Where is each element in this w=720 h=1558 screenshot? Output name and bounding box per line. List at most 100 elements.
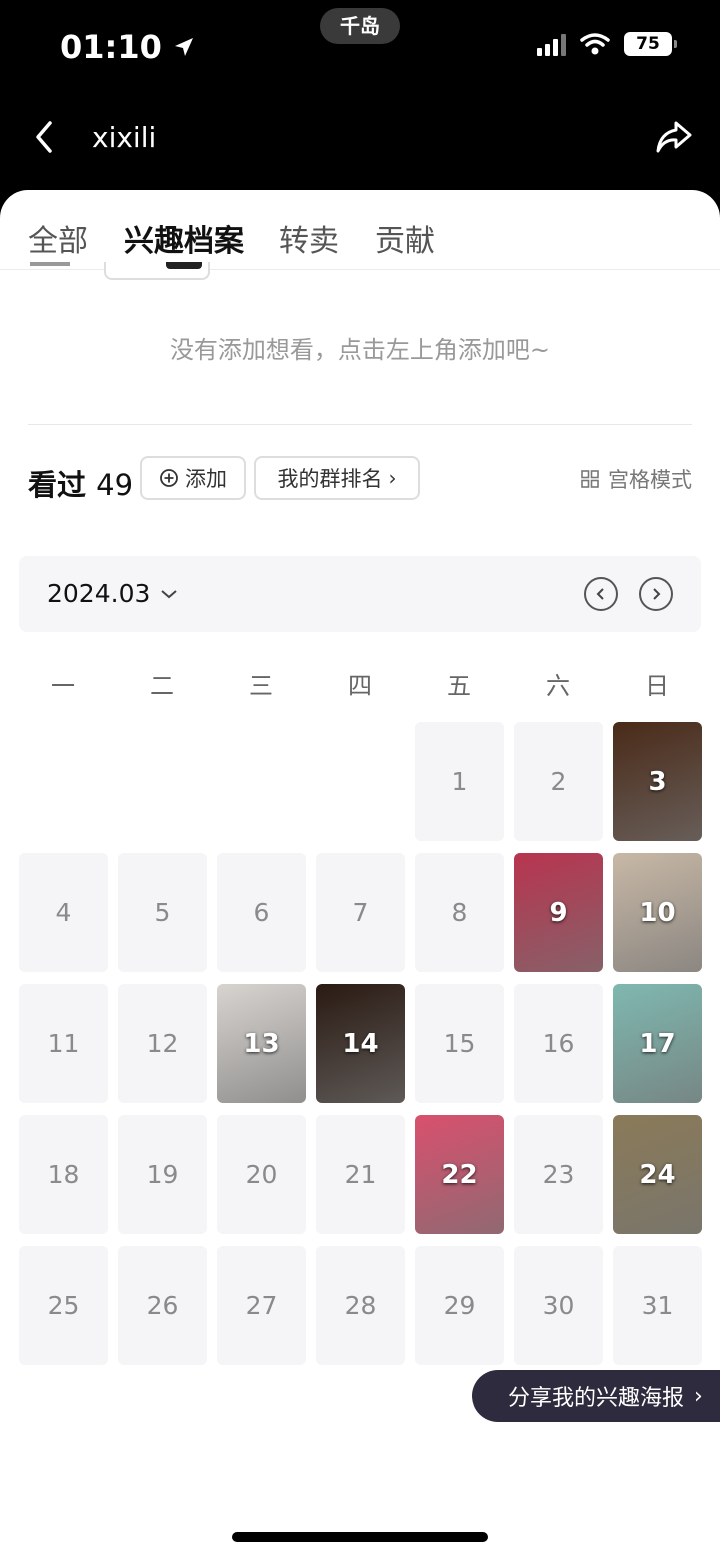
calendar-day-with-poster[interactable]: 9 xyxy=(514,853,603,972)
weekday-label: 二 xyxy=(150,672,174,700)
dynamic-island: 千岛 xyxy=(320,8,400,44)
day-number: 2 xyxy=(550,767,567,796)
share-icon[interactable] xyxy=(654,117,694,157)
weekday-label: 四 xyxy=(348,672,372,700)
tab-interest-profile[interactable]: 兴趣档案 xyxy=(124,216,244,260)
calendar-day-with-poster[interactable]: 24 xyxy=(613,1115,702,1234)
calendar-day[interactable]: 4 xyxy=(19,853,108,972)
tab-contribution[interactable]: 贡献 xyxy=(375,216,435,260)
chevron-down-icon xyxy=(161,589,178,598)
grid-mode-label: 宫格模式 xyxy=(608,468,692,492)
month-dropdown[interactable]: 2024.03 xyxy=(47,579,178,608)
calendar-day-with-poster[interactable]: 22 xyxy=(415,1115,504,1234)
calendar-day[interactable]: 16 xyxy=(514,984,603,1103)
day-number: 16 xyxy=(542,1029,575,1058)
day-number: 12 xyxy=(146,1029,179,1058)
status-time: 01:10 xyxy=(60,28,196,66)
calendar-day[interactable]: 8 xyxy=(415,853,504,972)
calendar-day[interactable]: 26 xyxy=(118,1246,207,1365)
seen-label: 看过 xyxy=(28,468,87,502)
back-arrow-icon[interactable] xyxy=(30,117,60,157)
calendar-day[interactable]: 29 xyxy=(415,1246,504,1365)
grid-mode-toggle[interactable]: 宫格模式 xyxy=(580,464,692,494)
calendar-day-with-poster[interactable]: 14 xyxy=(316,984,405,1103)
day-number: 4 xyxy=(55,898,72,927)
divider xyxy=(28,424,692,425)
day-number: 25 xyxy=(47,1291,80,1320)
location-arrow-icon xyxy=(174,38,193,56)
day-number: 28 xyxy=(344,1291,377,1320)
day-number: 8 xyxy=(451,898,468,927)
day-number: 18 xyxy=(47,1160,80,1189)
chevron-left-icon xyxy=(596,588,604,600)
day-number: 15 xyxy=(443,1029,476,1058)
calendar-day[interactable]: 7 xyxy=(316,853,405,972)
day-number: 10 xyxy=(639,897,676,928)
calendar-day[interactable]: 18 xyxy=(19,1115,108,1234)
month-label: 2024.03 xyxy=(47,579,151,608)
plus-circle-icon xyxy=(160,469,178,487)
calendar-day[interactable]: 2 xyxy=(514,722,603,841)
calendar-day[interactable]: 31 xyxy=(613,1246,702,1365)
weekday-label: 六 xyxy=(546,672,570,700)
day-number: 24 xyxy=(639,1159,676,1190)
weekday-label: 一 xyxy=(51,672,75,700)
calendar-day-with-poster[interactable]: 17 xyxy=(613,984,702,1103)
battery-icon: 75 xyxy=(624,32,677,56)
day-number: 13 xyxy=(243,1028,280,1059)
weekday-label: 三 xyxy=(249,672,273,700)
day-number: 6 xyxy=(253,898,270,927)
group-rank-button[interactable]: 我的群排名 › xyxy=(254,456,420,500)
tab-all[interactable]: 全部 xyxy=(28,216,88,260)
calendar-day[interactable]: 1 xyxy=(415,722,504,841)
calendar-day-with-poster[interactable]: 10 xyxy=(613,853,702,972)
calendar-day[interactable]: 25 xyxy=(19,1246,108,1365)
grid-icon xyxy=(581,470,599,488)
calendar-day[interactable]: 20 xyxy=(217,1115,306,1234)
day-number: 14 xyxy=(342,1028,379,1059)
day-number: 3 xyxy=(648,766,667,797)
day-number: 31 xyxy=(641,1291,674,1320)
weekday-label: 日 xyxy=(645,672,669,700)
weekday-header: 一 二 三 四 五 六 日 xyxy=(19,666,701,700)
day-number: 11 xyxy=(47,1029,80,1058)
calendar-day[interactable]: 27 xyxy=(217,1246,306,1365)
day-number: 22 xyxy=(441,1159,478,1190)
day-number: 19 xyxy=(146,1160,179,1189)
next-month-button[interactable] xyxy=(639,577,673,611)
calendar-day[interactable]: 11 xyxy=(19,984,108,1103)
tab-resale[interactable]: 转卖 xyxy=(279,216,339,260)
day-number: 20 xyxy=(245,1160,278,1189)
tab-bar: 全部 兴趣档案 转卖 贡献 xyxy=(0,190,720,270)
day-number: 27 xyxy=(245,1291,278,1320)
day-number: 23 xyxy=(542,1160,575,1189)
calendar-day[interactable]: 12 xyxy=(118,984,207,1103)
day-number: 26 xyxy=(146,1291,179,1320)
signal-icon xyxy=(537,32,566,56)
calendar-day[interactable]: 15 xyxy=(415,984,504,1103)
calendar-day[interactable]: 5 xyxy=(118,853,207,972)
prev-month-button[interactable] xyxy=(584,577,618,611)
calendar-day[interactable]: 30 xyxy=(514,1246,603,1365)
seen-title: 看过 49 xyxy=(28,462,133,504)
calendar-day[interactable]: 19 xyxy=(118,1115,207,1234)
scrolled-label-fragment xyxy=(30,262,70,266)
day-number: 9 xyxy=(549,897,568,928)
want-empty-text: 没有添加想看，点击左上角添加吧~ xyxy=(169,336,551,364)
day-number: 17 xyxy=(639,1028,676,1059)
calendar-day[interactable]: 28 xyxy=(316,1246,405,1365)
calendar-day[interactable]: 6 xyxy=(217,853,306,972)
add-button[interactable]: 添加 xyxy=(140,456,246,500)
month-selector: 2024.03 xyxy=(19,556,701,632)
seen-header: 看过 49 添加 我的群排名 › 宫格模式 xyxy=(28,456,692,502)
calendar-day-with-poster[interactable]: 3 xyxy=(613,722,702,841)
wifi-icon xyxy=(580,33,610,55)
home-indicator xyxy=(232,1532,488,1542)
share-interest-poster-button[interactable]: 分享我的兴趣海报 › xyxy=(472,1370,720,1422)
calendar-day-with-poster[interactable]: 13 xyxy=(217,984,306,1103)
calendar-day[interactable]: 21 xyxy=(316,1115,405,1234)
page-title: xixili xyxy=(92,121,157,154)
day-number: 7 xyxy=(352,898,369,927)
calendar-day[interactable]: 23 xyxy=(514,1115,603,1234)
share-poster-label: 分享我的兴趣海报 xyxy=(508,1386,685,1411)
